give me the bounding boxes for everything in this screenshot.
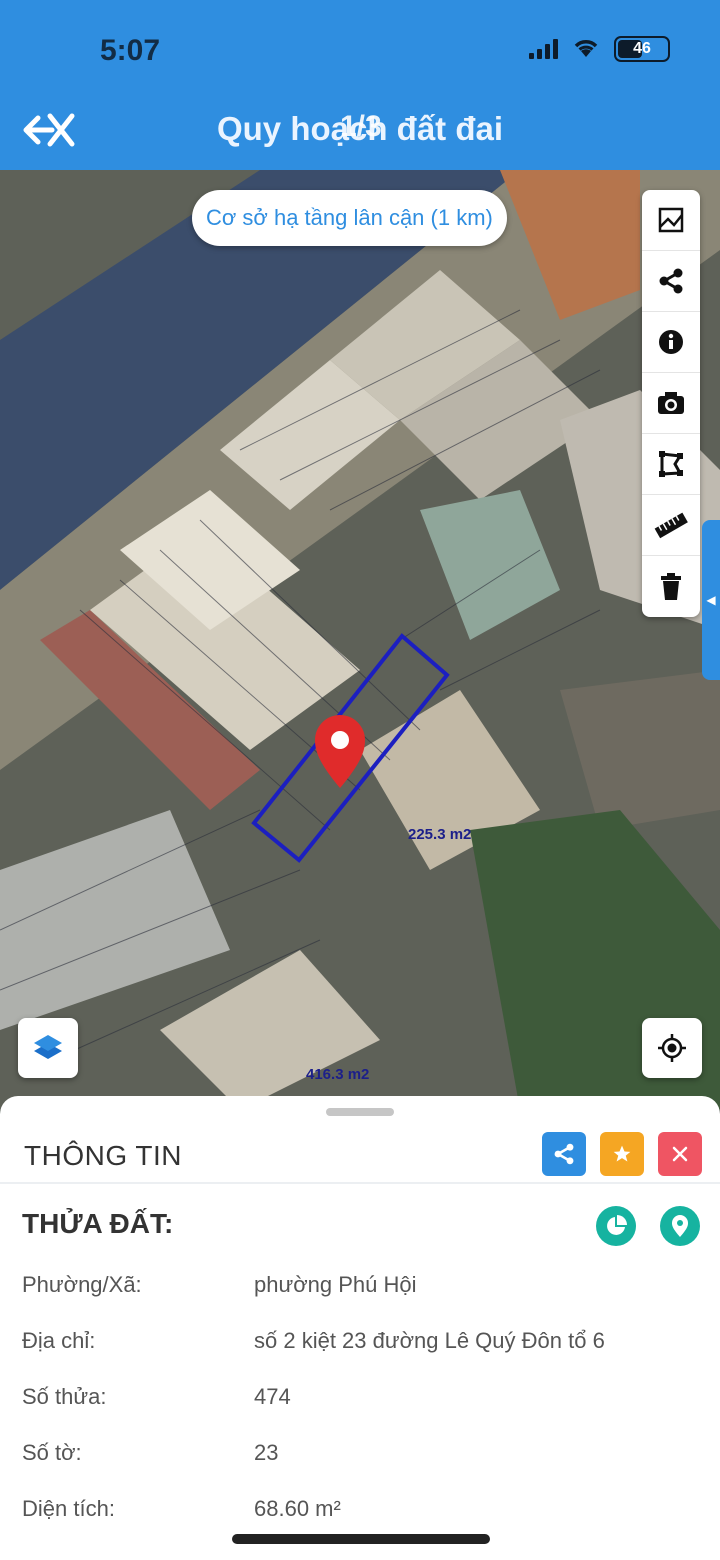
share-button[interactable]: [642, 251, 700, 312]
share-icon: [659, 268, 683, 294]
map-pin-button[interactable]: [660, 1206, 700, 1246]
divider: [0, 1182, 720, 1184]
page-title: Quy hoạch đất đai 1/3: [0, 110, 720, 148]
row-value: số 2 kiệt 23 đường Lê Quý Đôn tổ 6: [254, 1328, 605, 1353]
layers-button[interactable]: [18, 1018, 78, 1078]
row-label: Diện tích:: [22, 1496, 115, 1521]
row-value: 474: [254, 1384, 291, 1409]
signal-icon: [529, 39, 558, 59]
map-view[interactable]: Cơ sở hạ tầng lân cận (1 km) ◀ 225.3 m2 …: [0, 170, 720, 1110]
row-value: phường Phú Hội: [254, 1272, 417, 1297]
crosshair-icon: [658, 1034, 686, 1062]
row-value: 68.60 m²: [254, 1496, 341, 1521]
map-pin-icon: [672, 1215, 688, 1237]
row-value: 23: [254, 1440, 279, 1465]
close-sheet-button[interactable]: [658, 1132, 702, 1176]
star-icon: [613, 1145, 631, 1162]
pie-chart-icon: [607, 1215, 627, 1235]
nearby-infrastructure-chip[interactable]: Cơ sở hạ tầng lân cận (1 km): [192, 190, 507, 246]
status-icons: 46: [529, 36, 670, 62]
chevron-left-icon: ◀: [706, 593, 716, 607]
info-sheet: THÔNG TIN THỬA ĐẤT: Phường/Xã: phường Ph…: [0, 1096, 720, 1560]
close-icon: [672, 1146, 688, 1162]
share-parcel-button[interactable]: [542, 1132, 586, 1176]
satellite-map: [0, 170, 720, 1110]
parcel-title: THỬA ĐẤT:: [22, 1208, 174, 1239]
wifi-icon: [572, 38, 600, 61]
row-label: Số tờ:: [22, 1440, 82, 1465]
nearby-infrastructure-label: Cơ sở hạ tầng lân cận (1 km): [206, 205, 493, 230]
battery-level: 46: [633, 40, 651, 57]
favorite-button[interactable]: [600, 1132, 644, 1176]
area-label: 416.3 m2: [306, 1066, 370, 1083]
app-header: 5:07 46 Quy hoạch đất đai 1/3: [0, 0, 720, 170]
layers-icon: [34, 1035, 62, 1059]
trash-icon: [661, 572, 681, 600]
my-location-button[interactable]: [642, 1018, 702, 1078]
ruler-icon: [654, 512, 688, 539]
row-label: Phường/Xã:: [22, 1272, 142, 1297]
measure-button[interactable]: [642, 495, 700, 556]
camera-icon: [658, 392, 684, 414]
map-toolbar: [642, 190, 700, 617]
sheet-title: THÔNG TIN: [24, 1140, 182, 1171]
home-indicator[interactable]: [232, 1534, 490, 1544]
parcel-actions: [596, 1206, 700, 1246]
status-time: 5:07: [100, 34, 161, 67]
image-button[interactable]: [642, 190, 700, 251]
image-icon: [658, 207, 684, 233]
image-counter: 1/3: [340, 110, 382, 143]
row-label: Số thửa:: [22, 1384, 107, 1409]
camera-button[interactable]: [642, 373, 700, 434]
side-panel-toggle[interactable]: ◀: [702, 520, 720, 680]
polygon-icon: [659, 451, 683, 477]
row-label: Địa chỉ:: [22, 1328, 96, 1353]
info-icon: [659, 330, 683, 354]
polygon-button[interactable]: [642, 434, 700, 495]
sheet-grabber[interactable]: [326, 1108, 394, 1116]
info-button[interactable]: [642, 312, 700, 373]
share-icon: [554, 1143, 574, 1165]
battery-icon: 46: [614, 36, 670, 62]
area-label: 225.3 m2: [408, 826, 472, 843]
pie-chart-button[interactable]: [596, 1206, 636, 1246]
delete-button[interactable]: [642, 556, 700, 617]
sheet-actions: [542, 1132, 702, 1176]
